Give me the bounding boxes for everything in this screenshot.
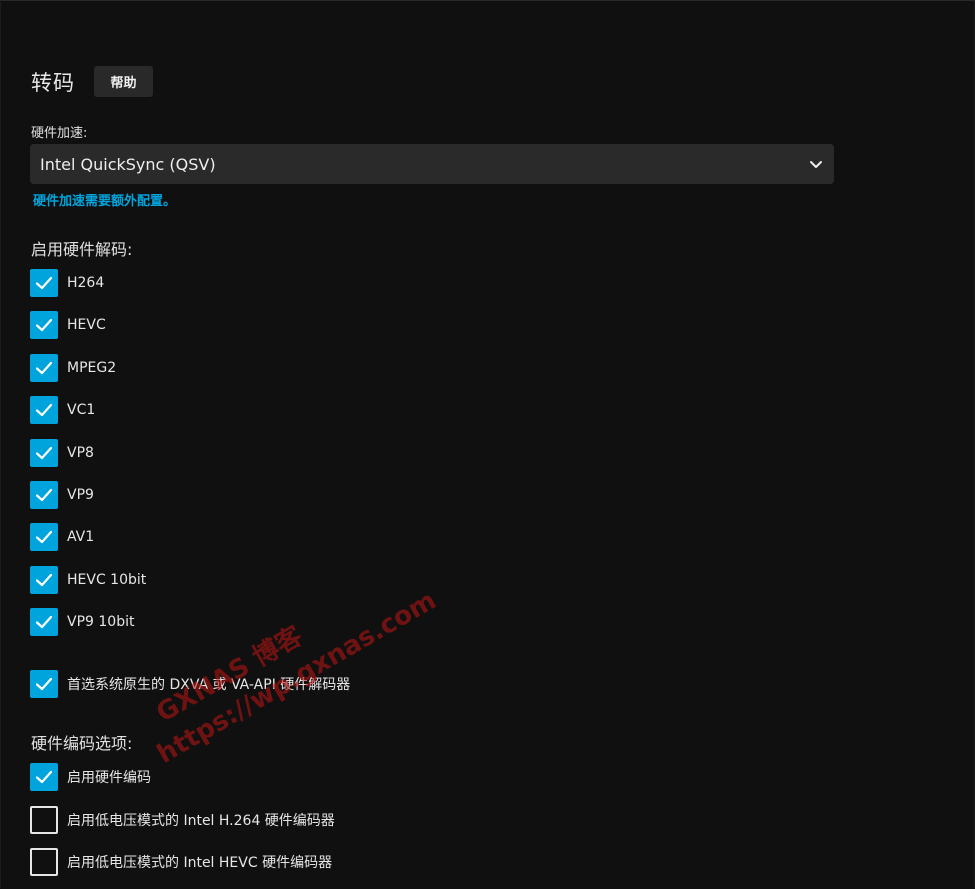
checkmark-icon (35, 616, 53, 629)
checkmark-icon (35, 531, 53, 544)
decode-codec-option[interactable]: H264 (30, 269, 104, 297)
hardware-acceleration-select[interactable]: Intel QuickSync (QSV) (30, 144, 834, 184)
decode-codec-option[interactable]: VP9 10bit (30, 608, 135, 637)
decode-codec-label: HEVC (67, 317, 106, 334)
encode-option-checkbox[interactable] (30, 763, 58, 791)
decode-codec-label: AV1 (67, 529, 95, 546)
checkmark-icon (35, 770, 53, 784)
decode-codec-label: H264 (67, 275, 105, 291)
decode-codec-option[interactable]: VC1 (30, 396, 96, 425)
checkmark-icon (35, 361, 53, 374)
decode-codec-label: VP9 10bit (67, 614, 135, 631)
decode-codec-label: VP9 (67, 487, 94, 503)
decode-codec-option[interactable]: HEVC (30, 311, 106, 340)
decode-codec-label: HEVC 10bit (67, 571, 147, 588)
prefer-native-decoder-label: 首选系统原生的 DXVA 或 VA-API 硬件解码器 (67, 677, 351, 693)
encode-option-checkbox[interactable] (30, 848, 58, 876)
decode-codec-checkbox[interactable] (30, 481, 58, 509)
encode-option-label: 启用低电压模式的 Intel HEVC 硬件编码器 (67, 855, 333, 871)
encode-option-option[interactable]: 启用低电压模式的 Intel H.264 硬件编码器 (30, 805, 335, 834)
prefer-native-decoder-option[interactable]: 首选系统原生的 DXVA 或 VA-API 硬件解码器 (30, 670, 350, 698)
checkmark-icon (35, 446, 53, 459)
settings-panel (0, 0, 975, 888)
decode-codec-label: VC1 (67, 402, 96, 419)
decode-codec-checkbox[interactable] (30, 438, 58, 467)
decode-codec-checkbox[interactable] (30, 523, 58, 552)
help-button[interactable]: 帮助 (94, 66, 153, 97)
hardware-acceleration-label: 硬件加速: (31, 126, 88, 141)
decode-codec-checkbox[interactable] (30, 608, 58, 637)
decode-codec-checkbox[interactable] (30, 396, 58, 425)
encode-option-option[interactable]: 启用低电压模式的 Intel HEVC 硬件编码器 (30, 848, 332, 876)
decode-codec-option[interactable]: MPEG2 (30, 353, 117, 382)
decode-codec-checkbox[interactable] (30, 311, 58, 340)
decode-codec-checkbox[interactable] (30, 565, 58, 594)
prefer-native-decoder-checkbox[interactable] (30, 670, 58, 698)
decode-codec-option[interactable]: VP8 (30, 438, 94, 467)
decode-codec-option[interactable]: HEVC 10bit (30, 565, 147, 594)
encoding-section-title: 硬件编码选项: (31, 734, 133, 753)
checkmark-icon (35, 276, 53, 290)
encode-option-label: 启用硬件编码 (67, 770, 151, 786)
page-title: 转码 (31, 70, 75, 95)
checkmark-icon (35, 573, 53, 586)
decode-codec-label: MPEG2 (67, 359, 117, 376)
decode-codec-option[interactable]: VP9 (30, 481, 94, 509)
decode-codec-option[interactable]: AV1 (30, 523, 95, 552)
decoding-section-title: 启用硬件解码: (31, 240, 133, 259)
checkmark-icon (35, 488, 53, 502)
checkmark-icon (35, 319, 53, 332)
checkmark-icon (35, 677, 53, 691)
decode-codec-label: VP8 (67, 444, 94, 461)
section-header: 转码 帮助 (31, 66, 153, 97)
encode-option-label: 启用低电压模式的 Intel H.264 硬件编码器 (67, 812, 335, 829)
hardware-acceleration-help-link[interactable]: 硬件加速需要额外配置。 (33, 190, 176, 209)
encode-option-checkbox[interactable] (30, 805, 58, 834)
chevron-down-icon (810, 161, 822, 168)
hardware-acceleration-value: Intel QuickSync (QSV) (40, 154, 216, 174)
checkmark-icon (35, 404, 53, 417)
decode-codec-checkbox[interactable] (30, 353, 58, 382)
decode-codec-checkbox[interactable] (30, 269, 58, 297)
encode-option-option[interactable]: 启用硬件编码 (30, 763, 151, 791)
